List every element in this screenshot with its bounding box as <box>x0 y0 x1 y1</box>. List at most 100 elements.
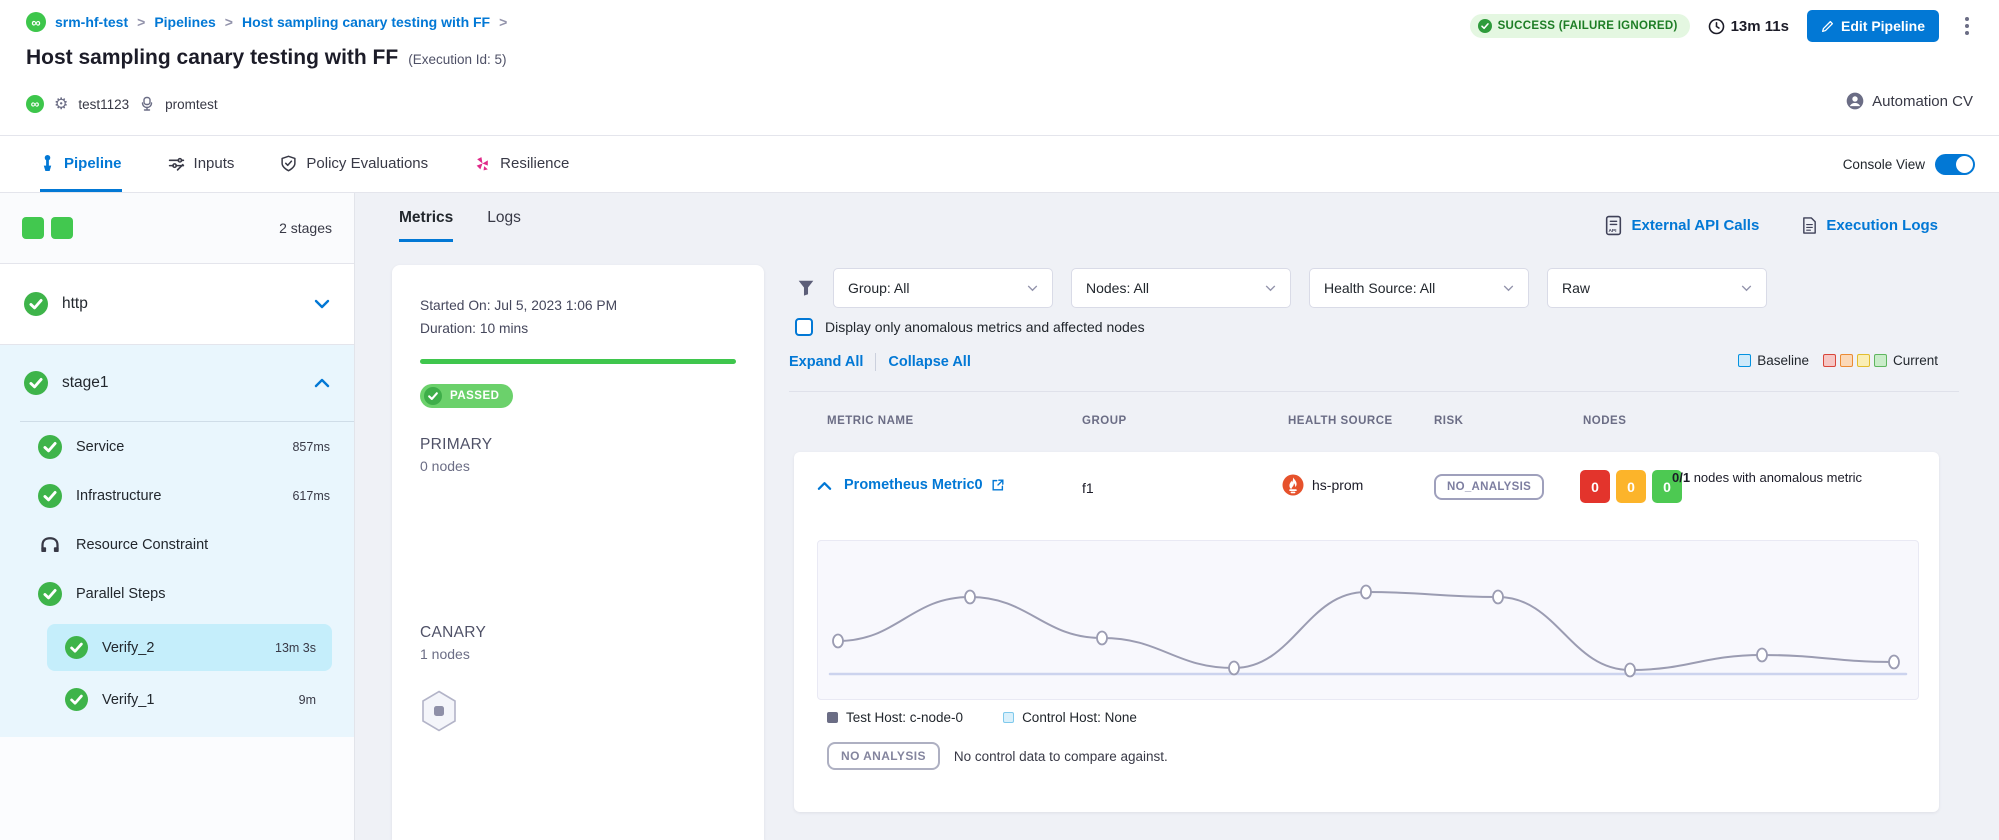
page-header: ∞ srm-hf-test > Pipelines > Host samplin… <box>0 0 1999 136</box>
metric-group-value: f1 <box>1082 480 1094 496</box>
step-service[interactable]: Service 857ms <box>0 422 354 471</box>
tab-logs[interactable]: Logs <box>487 209 521 242</box>
clock-icon <box>1708 18 1725 35</box>
baseline-legend-label: Baseline <box>1757 353 1809 368</box>
tab-metrics[interactable]: Metrics <box>399 209 453 242</box>
verification-summary-card: Started On: Jul 5, 2023 1:06 PM Duration… <box>392 265 764 840</box>
execution-sidebar: 2 stages http stage1 Service 857ms Infra… <box>0 193 355 840</box>
canary-node-hexagon[interactable] <box>420 690 458 732</box>
chevron-down-icon <box>1741 285 1752 292</box>
harness-status-icon: ∞ <box>26 95 44 113</box>
edit-pipeline-button[interactable]: Edit Pipeline <box>1807 10 1939 42</box>
anomalous-only-label: Display only anomalous metrics and affec… <box>825 319 1145 335</box>
step-duration: 857ms <box>292 440 330 454</box>
harness-logo-icon: ∞ <box>26 12 46 32</box>
canary-node-count: 1 nodes <box>420 646 736 662</box>
tab-pipeline[interactable]: Pipeline <box>40 136 122 192</box>
chevron-down-icon[interactable] <box>314 299 330 309</box>
tab-inputs[interactable]: Inputs <box>168 136 235 192</box>
breadcrumb-project[interactable]: srm-hf-test <box>55 14 128 30</box>
step-parallel-steps[interactable]: Parallel Steps <box>0 569 354 618</box>
health-source-filter-dropdown[interactable]: Health Source: All <box>1309 268 1529 308</box>
tab-policy-evaluations[interactable]: Policy Evaluations <box>280 136 428 192</box>
primary-node-count: 0 nodes <box>420 458 736 474</box>
execution-duration: 13m 11s <box>1708 18 1789 35</box>
node-risk-counts: 0 0 0 <box>1580 470 1682 503</box>
collapse-all-link[interactable]: Collapse All <box>888 354 970 370</box>
metric-name-label: Prometheus Metric0 <box>844 477 983 493</box>
execution-logs-link[interactable]: Execution Logs <box>1801 215 1938 236</box>
anomalous-nodes-ratio: 0/1 <box>1672 470 1690 485</box>
tab-resilience[interactable]: Resilience <box>474 136 569 192</box>
service-icon <box>139 96 155 112</box>
console-view-toggle[interactable] <box>1935 154 1975 175</box>
sidebar-stage-stage1[interactable]: stage1 <box>0 345 354 421</box>
tab-resilience-label: Resilience <box>500 155 569 172</box>
step-infrastructure[interactable]: Infrastructure 617ms <box>0 471 354 520</box>
breadcrumb-pipelines[interactable]: Pipelines <box>154 14 215 30</box>
col-risk: RISK <box>1434 415 1463 427</box>
shield-check-icon <box>280 155 297 172</box>
inputs-icon <box>168 155 185 172</box>
breadcrumb: ∞ srm-hf-test > Pipelines > Host samplin… <box>26 12 507 32</box>
no-analysis-message: No control data to compare against. <box>954 749 1168 764</box>
step-duration: 617ms <box>292 489 330 503</box>
svg-text:API: API <box>1609 228 1618 234</box>
expand-all-link[interactable]: Expand All <box>789 354 863 370</box>
stage-status-square <box>51 217 73 239</box>
anomalous-nodes-text: nodes with anomalous metric <box>1694 470 1862 485</box>
chevron-down-icon <box>1265 285 1276 292</box>
group-filter-dropdown[interactable]: Group: All <box>833 268 1053 308</box>
status-badge-label: SUCCESS (FAILURE IGNORED) <box>1498 20 1678 32</box>
test-host-label: Test Host: c-node-0 <box>846 710 963 725</box>
success-check-icon <box>38 435 62 459</box>
step-resource-constraint[interactable]: Resource Constraint <box>0 520 354 569</box>
resilience-pinwheel-icon <box>474 155 491 172</box>
metric-name-link[interactable]: Prometheus Metric0 <box>844 477 1005 493</box>
passed-status-badge: PASSED <box>420 384 513 408</box>
console-region: Metrics Logs Started On: Jul 5, 2023 1:0… <box>355 193 1999 840</box>
passed-label: PASSED <box>450 390 499 402</box>
step-label: Infrastructure <box>76 488 161 504</box>
divider <box>875 353 876 371</box>
current-legend-label: Current <box>1893 353 1938 368</box>
pencil-icon <box>1821 20 1834 33</box>
health-source-filter-value: Health Source: All <box>1324 280 1435 296</box>
page-title: Host sampling canary testing with FF <box>26 46 398 70</box>
filter-funnel-icon[interactable] <box>797 279 815 297</box>
step-label: Verify_2 <box>102 640 154 656</box>
external-link-icon <box>991 478 1005 492</box>
data-type-dropdown[interactable]: Raw <box>1547 268 1767 308</box>
collapse-metric-chevron-icon[interactable] <box>817 481 832 491</box>
step-verify-1[interactable]: Verify_1 9m <box>47 676 332 723</box>
breadcrumb-pipeline-name[interactable]: Host sampling canary testing with FF <box>242 14 490 30</box>
console-view-label: Console View <box>1843 157 1925 172</box>
stage-count-label: 2 stages <box>279 220 332 236</box>
group-filter-value: Group: All <box>848 280 909 296</box>
current-yellow-swatch <box>1857 354 1870 367</box>
col-metric-name: METRIC NAME <box>827 415 914 427</box>
col-health-source: HEALTH SOURCE <box>1288 415 1393 427</box>
step-verify-2[interactable]: Verify_2 13m 3s <box>47 624 332 671</box>
current-green-swatch <box>1874 354 1887 367</box>
main-tab-bar: Pipeline Inputs Policy Evaluations Resil… <box>0 136 1999 193</box>
breadcrumb-separator: > <box>225 14 233 30</box>
current-orange-swatch <box>1840 354 1853 367</box>
col-nodes: NODES <box>1583 415 1626 427</box>
test-host-swatch <box>827 712 838 723</box>
environment-label: test1123 <box>78 97 129 112</box>
resource-constraint-icon <box>38 533 62 557</box>
external-api-calls-link[interactable]: API External API Calls <box>1604 215 1759 236</box>
external-api-calls-label: External API Calls <box>1631 217 1759 234</box>
breadcrumb-separator: > <box>499 14 507 30</box>
execution-id: (Execution Id: 5) <box>408 52 506 67</box>
prometheus-icon <box>1282 474 1304 496</box>
success-check-icon <box>65 636 88 659</box>
chevron-up-icon[interactable] <box>314 378 330 388</box>
step-label: Verify_1 <box>102 692 154 708</box>
nodes-filter-dropdown[interactable]: Nodes: All <box>1071 268 1291 308</box>
sidebar-stage-http[interactable]: http <box>0 264 354 345</box>
anomalous-only-checkbox[interactable] <box>795 318 813 336</box>
more-options-menu[interactable] <box>1957 11 1977 41</box>
current-red-swatch <box>1823 354 1836 367</box>
